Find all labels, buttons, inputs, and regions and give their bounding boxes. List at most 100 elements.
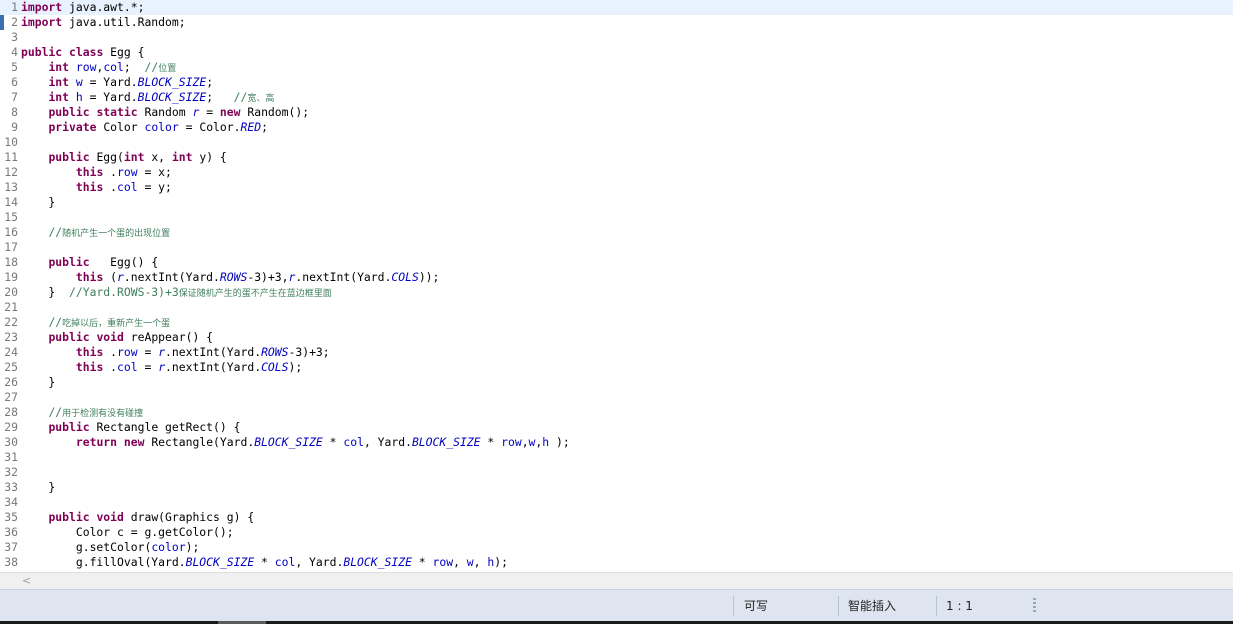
code-line[interactable]: 34: [0, 495, 1233, 510]
code-line[interactable]: 3: [0, 30, 1233, 45]
code-token: RED: [240, 120, 262, 134]
code-token: java.util.Random;: [69, 15, 186, 29]
code-token: 宽、高: [247, 94, 275, 104]
code-line[interactable]: 21: [0, 300, 1233, 315]
code-line[interactable]: 23 public void reAppear() {: [0, 330, 1233, 345]
line-number: 24: [4, 345, 18, 359]
code-line[interactable]: 36 Color c = g.getColor();: [0, 525, 1233, 540]
code-token: w: [466, 555, 474, 569]
code-token: this: [75, 180, 104, 194]
line-number: 38: [4, 555, 18, 569]
code-line[interactable]: 14 }: [0, 195, 1233, 210]
code-line[interactable]: 37 g.setColor(color);: [0, 540, 1233, 555]
horizontal-scrollbar[interactable]: <: [0, 572, 1233, 589]
code-token: Egg(: [96, 150, 124, 164]
code-line[interactable]: 28 //用于检测有没有碰撞: [0, 405, 1233, 420]
code-token: col: [103, 60, 124, 74]
code-token: int: [123, 150, 145, 164]
code-token: .: [110, 360, 118, 374]
code-token: ,: [473, 555, 488, 569]
line-number: 5: [11, 60, 18, 74]
insert-mode-status[interactable]: 智能插入: [848, 590, 896, 622]
code-line[interactable]: 35 public void draw(Graphics g) {: [0, 510, 1233, 525]
code-text: import java.awt.*;: [21, 0, 144, 15]
code-token: row: [432, 555, 454, 569]
code-token: g.fillOval(Yard.: [21, 555, 186, 569]
line-number: 7: [11, 90, 18, 104]
code-token: int: [48, 90, 70, 104]
code-line[interactable]: 33 }: [0, 480, 1233, 495]
code-text: this .col = y;: [21, 180, 172, 195]
code-line[interactable]: 30 return new Rectangle(Yard.BLOCK_SIZE …: [0, 435, 1233, 450]
line-number: 29: [4, 420, 18, 434]
code-line[interactable]: 8 public static Random r = new Random();: [0, 105, 1233, 120]
code-line[interactable]: 10: [0, 135, 1233, 150]
line-number: 26: [4, 375, 18, 389]
code-line[interactable]: 31: [0, 450, 1233, 465]
code-token: y) {: [199, 150, 227, 164]
code-token: int: [48, 75, 70, 89]
code-token: , Yard.: [363, 435, 412, 449]
line-number: 4: [11, 45, 18, 59]
code-line[interactable]: 15: [0, 210, 1233, 225]
code-line[interactable]: 13 this .col = y;: [0, 180, 1233, 195]
line-number: 15: [4, 210, 18, 224]
code-token: Rectangle(Yard.: [151, 435, 255, 449]
code-token: this: [75, 165, 104, 179]
code-token: .nextInt(Yard.: [165, 360, 262, 374]
code-line[interactable]: 11 public Egg(int x, int y) {: [0, 150, 1233, 165]
code-line[interactable]: 2 import java.util.Random;: [0, 15, 1233, 30]
code-line[interactable]: 17: [0, 240, 1233, 255]
code-token: 位置: [158, 64, 177, 74]
code-text: private Color color = Color.RED;: [21, 120, 268, 135]
line-number: 35: [4, 510, 18, 524]
code-line[interactable]: 29 public Rectangle getRect() {: [0, 420, 1233, 435]
code-token: Random: [144, 105, 193, 119]
code-token: }: [21, 375, 56, 389]
code-token: -3)+3;: [288, 345, 330, 359]
code-line[interactable]: 7 int h = Yard.BLOCK_SIZE; //宽、高: [0, 90, 1233, 105]
code-line[interactable]: 16 //随机产生一个蛋的出现位置: [0, 225, 1233, 240]
code-token: col: [343, 435, 364, 449]
line-number: 28: [4, 405, 18, 419]
code-token: .: [110, 345, 118, 359]
code-token: COLS: [261, 360, 289, 374]
code-token: w: [75, 75, 83, 89]
code-line[interactable]: 25 this .col = r.nextInt(Yard.COLS);: [0, 360, 1233, 375]
scroll-left-arrow[interactable]: <: [22, 573, 31, 589]
code-line[interactable]: 5 int row,col; //位置: [0, 60, 1233, 75]
code-line[interactable]: 9 private Color color = Color.RED;: [0, 120, 1233, 135]
code-token: //Yard.ROWS-3)+3: [69, 285, 179, 299]
code-line[interactable]: 6 int w = Yard.BLOCK_SIZE;: [0, 75, 1233, 90]
code-line[interactable]: 38 g.fillOval(Yard.BLOCK_SIZE * col, Yar…: [0, 555, 1233, 570]
code-token: );: [288, 360, 303, 374]
code-text: public class Egg {: [21, 45, 144, 60]
code-line[interactable]: 32: [0, 465, 1233, 480]
line-number: 37: [4, 540, 18, 554]
code-line[interactable]: 22 //吃掉以后，重新产生一个蛋: [0, 315, 1233, 330]
code-line[interactable]: 4 public class Egg {: [0, 45, 1233, 60]
code-token: public: [48, 105, 90, 119]
code-line[interactable]: 12 this .row = x;: [0, 165, 1233, 180]
code-line[interactable]: 26 }: [0, 375, 1233, 390]
code-line[interactable]: 1 import java.awt.*;: [0, 0, 1233, 15]
code-editor[interactable]: 1 import java.awt.*; 2 import java.util.Ran…: [0, 0, 1233, 572]
status-separator: [936, 596, 937, 616]
code-line[interactable]: 27: [0, 390, 1233, 405]
code-line[interactable]: 24 this .row = r.nextInt(Yard.ROWS-3)+3;: [0, 345, 1233, 360]
code-text: public void draw(Graphics g) {: [21, 510, 254, 525]
code-token: col: [274, 555, 296, 569]
code-token: public: [48, 150, 90, 164]
code-text: import java.util.Random;: [21, 15, 186, 30]
code-line[interactable]: 19 this (r.nextInt(Yard.ROWS-3)+3,r.next…: [0, 270, 1233, 285]
code-text: Color c = g.getColor();: [21, 525, 234, 540]
code-line[interactable]: 20 } //Yard.ROWS-3)+3保证随机产生的蛋不产生在蓝边框里面: [0, 285, 1233, 300]
line-number: 32: [4, 465, 18, 479]
code-line[interactable]: 18 public Egg() {: [0, 255, 1233, 270]
